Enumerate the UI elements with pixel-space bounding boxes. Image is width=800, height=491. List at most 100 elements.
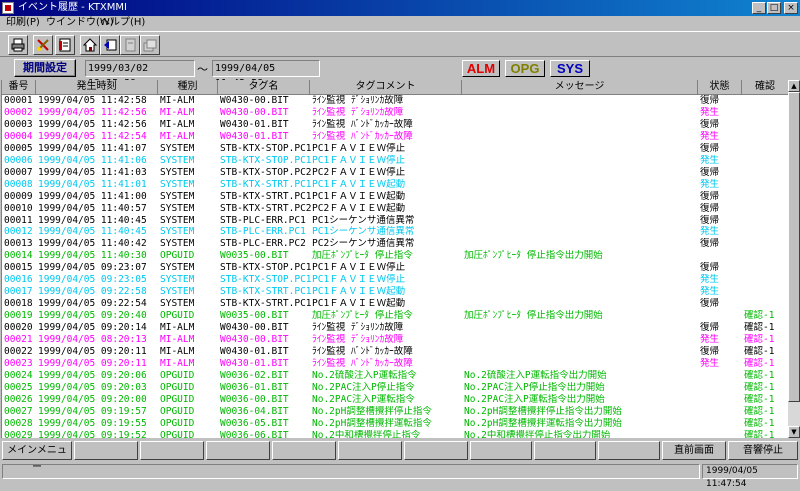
row-state: 復帰 xyxy=(700,214,720,226)
row-comment: PC1ＦＡＶＩＥＷ停止 xyxy=(312,154,406,166)
fkey-7[interactable] xyxy=(404,441,468,460)
header-tag[interactable]: タグ名 xyxy=(218,80,310,94)
menu-help[interactable]: ヘルプ(H) xyxy=(100,17,145,29)
row-number: 00018 xyxy=(4,298,33,310)
opg-filter-button[interactable]: OPG xyxy=(505,60,545,77)
maximize-button[interactable]: □ xyxy=(767,2,781,14)
row-number: 00024 xyxy=(4,369,33,381)
table-row[interactable]: 00001 1999/04/05 11:42:58 MI-ALM W0430-00.B… xyxy=(2,95,789,107)
sound-stop-button[interactable]: 音響停止 xyxy=(728,441,798,460)
table-row[interactable]: 00002 1999/04/05 11:42:56 MI-ALM W0430-00.B… xyxy=(2,107,789,119)
row-time: 1999/04/05 09:20:00 xyxy=(38,393,147,405)
document-button[interactable] xyxy=(55,35,75,55)
row-kind: SYSTEM xyxy=(160,166,195,178)
row-tag: STB-KTX-STOP.PC2 xyxy=(220,166,312,178)
table-row[interactable]: 00029 1999/04/05 09:19:52 OPGUID W0036-06.B… xyxy=(2,430,789,438)
table-row[interactable]: 00020 1999/04/05 09:20:14 MI-ALM W0430-00.B… xyxy=(2,322,789,334)
header-message[interactable]: メッセージ xyxy=(462,80,698,94)
fkey-10[interactable] xyxy=(598,441,660,460)
header-kind[interactable]: 種別 xyxy=(158,80,218,94)
table-row[interactable]: 00027 1999/04/05 09:19:57 OPGUID W0036-04.B… xyxy=(2,406,789,418)
table-row[interactable]: 00023 1999/04/05 09:20:11 MI-ALM W0430-01.B… xyxy=(2,358,789,370)
row-comment: PC1ＦＡＶＩＥＷ停止 xyxy=(312,142,406,154)
table-row[interactable]: 00007 1999/04/05 11:41:03 SYSTEM STB-KTX-ST… xyxy=(2,167,789,179)
menu-print[interactable]: 印刷(P) xyxy=(6,17,40,29)
fkey-8[interactable] xyxy=(470,441,532,460)
table-row[interactable]: 00008 1999/04/05 11:41:01 SYSTEM STB-KTX-ST… xyxy=(2,179,789,191)
fkey-3[interactable] xyxy=(140,441,204,460)
minimize-button[interactable]: _ xyxy=(752,2,766,14)
header-confirm[interactable]: 確認 xyxy=(742,80,789,94)
table-row[interactable]: 00009 1999/04/05 11:41:00 SYSTEM STB-KTX-ST… xyxy=(2,191,789,203)
table-row[interactable]: 00028 1999/04/05 09:19:55 OPGUID W0036-05.B… xyxy=(2,418,789,430)
vertical-scrollbar[interactable]: ▲ ▼ xyxy=(788,80,800,438)
row-tag: W0036-01.BIT xyxy=(220,381,289,393)
row-tag: W0036-00.BIT xyxy=(220,393,289,405)
main-menu-button[interactable]: メインメニュー xyxy=(2,441,72,473)
header-state[interactable]: 状態 xyxy=(698,80,742,94)
table-row[interactable]: 00016 1999/04/05 09:23:05 SYSTEM STB-KTX-ST… xyxy=(2,274,789,286)
table-row[interactable]: 00003 1999/04/05 11:42:56 MI-ALM W0430-01.B… xyxy=(2,119,789,131)
table-row[interactable]: 00025 1999/04/05 09:20:03 OPGUID W0036-01.B… xyxy=(2,382,789,394)
toolbar xyxy=(0,31,800,57)
table-row[interactable]: 00010 1999/04/05 11:40:57 SYSTEM STB-KTX-ST… xyxy=(2,203,789,215)
print-button[interactable] xyxy=(8,35,28,55)
table-row[interactable]: 00015 1999/04/05 09:23:07 SYSTEM STB-KTX-ST… xyxy=(2,262,789,274)
row-tag: W0036-02.BIT xyxy=(220,369,289,381)
row-kind: OPGUID xyxy=(160,310,195,322)
row-time: 1999/04/05 09:20:06 xyxy=(38,369,147,381)
table-row[interactable]: 00005 1999/04/05 11:41:07 SYSTEM STB-KTX-ST… xyxy=(2,143,789,155)
row-number: 00014 xyxy=(4,250,33,262)
row-tag: STB-KTX-STOP.PC1 xyxy=(220,154,312,166)
fkey-2[interactable] xyxy=(74,441,138,460)
header-number[interactable]: 番号 xyxy=(2,80,36,94)
start-datetime-field[interactable]: 1999/03/02 13:25:39 xyxy=(85,60,195,89)
row-state: 復帰 xyxy=(700,202,720,214)
scroll-up-arrow-icon[interactable]: ▲ xyxy=(788,80,800,92)
row-comment: PC1ＦＡＶＩＥＷ起動 xyxy=(312,190,406,202)
table-row[interactable]: 00022 1999/04/05 09:20:11 MI-ALM W0430-01.B… xyxy=(2,346,789,358)
scroll-thumb[interactable] xyxy=(788,92,800,402)
sys-filter-button[interactable]: SYS xyxy=(550,60,590,77)
table-row[interactable]: 00011 1999/04/05 11:40:45 SYSTEM STB-PLC-ER… xyxy=(2,215,789,227)
fkey-5[interactable] xyxy=(272,441,336,460)
table-row[interactable]: 00004 1999/04/05 11:42:54 MI-ALM W0430-01.B… xyxy=(2,131,789,143)
fkey-6[interactable] xyxy=(338,441,402,460)
table-row[interactable]: 00014 1999/04/05 11:40:30 OPGUID W0035-00.B… xyxy=(2,250,789,262)
header-time[interactable]: 発生時刻 xyxy=(36,80,158,94)
event-history-table[interactable]: 番号 発生時刻 種別 タグ名 タグコメント メッセージ 状態 確認 00001 1… xyxy=(1,80,789,438)
page-button[interactable] xyxy=(120,35,140,55)
header-comment[interactable]: タグコメント xyxy=(310,80,462,94)
table-row[interactable]: 00019 1999/04/05 09:20:40 OPGUID W0035-00.B… xyxy=(2,310,789,322)
table-row[interactable]: 00024 1999/04/05 09:20:06 OPGUID W0036-02.B… xyxy=(2,370,789,382)
row-state: 発生 xyxy=(700,130,720,142)
home-icon xyxy=(83,38,97,52)
period-setting-button[interactable]: 期間設定 xyxy=(14,59,76,77)
row-comment: PC1ＦＡＶＩＥＷ起動 xyxy=(312,286,406,298)
table-row[interactable]: 00018 1999/04/05 09:22:54 SYSTEM STB-KTX-ST… xyxy=(2,298,789,310)
table-row[interactable]: 00026 1999/04/05 09:20:00 OPGUID W0036-00.B… xyxy=(2,394,789,406)
filter-bar: 期間設定 1999/03/02 13:25:39 〜 1999/04/05 11… xyxy=(0,57,800,89)
close-button[interactable]: × xyxy=(784,2,798,14)
table-row[interactable]: 00017 1999/04/05 09:22:58 SYSTEM STB-KTX-ST… xyxy=(2,286,789,298)
end-datetime-field[interactable]: 1999/04/05 11:42:58 xyxy=(212,60,320,89)
back-button[interactable] xyxy=(100,35,120,55)
row-comment: PC1ＦＡＶＩＥＷ停止 xyxy=(312,262,406,274)
tools-button[interactable] xyxy=(33,35,53,55)
table-row[interactable]: 00006 1999/04/05 11:41:06 SYSTEM STB-KTX-ST… xyxy=(2,155,789,167)
app-icon[interactable] xyxy=(2,2,14,14)
row-confirm: 確認-1 xyxy=(744,393,775,405)
alm-filter-button[interactable]: ALM xyxy=(462,60,500,77)
scroll-down-arrow-icon[interactable]: ▼ xyxy=(788,426,800,438)
previous-screen-button[interactable]: 直前画面 xyxy=(662,441,726,460)
title-bar: イベント履歴 - KTXMMI _ □ × xyxy=(0,0,800,16)
fkey-9[interactable] xyxy=(534,441,596,460)
table-row[interactable]: 00013 1999/04/05 11:40:42 SYSTEM STB-PLC-ER… xyxy=(2,238,789,250)
row-comment: PC1ＦＡＶＩＥＷ起動 xyxy=(312,298,406,310)
fkey-4[interactable] xyxy=(206,441,270,460)
table-row[interactable]: 00021 1999/04/05 08:20:13 MI-ALM W0430-00.B… xyxy=(2,334,789,346)
home-button[interactable] xyxy=(80,35,100,55)
layers-button[interactable] xyxy=(140,35,160,55)
table-row[interactable]: 00012 1999/04/05 11:40:45 SYSTEM STB-PLC-ER… xyxy=(2,226,789,238)
row-comment: No.2PAC注入P運転指令 xyxy=(312,393,415,405)
